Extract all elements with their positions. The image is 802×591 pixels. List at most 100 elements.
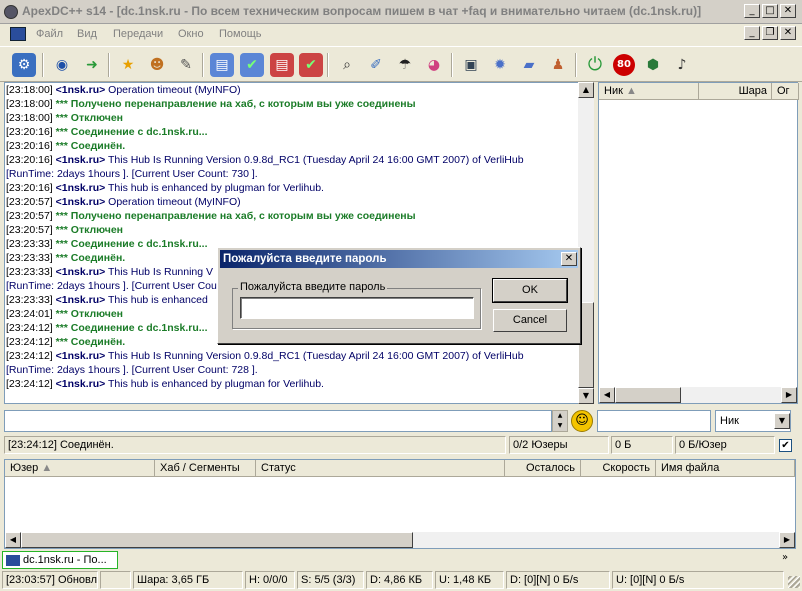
close-button[interactable]: ✕ xyxy=(780,4,796,18)
chat-scrollbar[interactable]: ▲ ▼ xyxy=(578,82,594,404)
column-speed[interactable]: Скорость xyxy=(581,460,656,477)
column-time-left[interactable]: Осталось xyxy=(505,460,581,477)
scroll-thumb[interactable] xyxy=(615,387,681,403)
adl-search-icon[interactable]: ✐ xyxy=(364,53,388,77)
message-input[interactable] xyxy=(4,410,552,432)
dialog-close-button[interactable]: ✕ xyxy=(561,252,577,266)
column-description[interactable]: Ог xyxy=(772,83,799,100)
chat-line: [23:24:12] <1nsk.ru> This Hub Is Running… xyxy=(6,349,524,363)
chat-segment: [RunTime: 2days 1hours ]. [Current User … xyxy=(6,168,258,180)
chat-segment: [23:24:12] xyxy=(6,336,56,348)
open-file-list-icon[interactable]: ▰ xyxy=(517,53,541,77)
show-userlist-checkbox[interactable]: ✔ xyxy=(779,439,792,452)
hub-tab-icon xyxy=(6,555,20,566)
menu-window[interactable]: Окно xyxy=(178,28,204,40)
chat-line: [23:20:57] <1nsk.ru> Operation timeout (… xyxy=(6,195,241,209)
maximize-button[interactable]: □ xyxy=(762,4,778,18)
speaker-icon[interactable]: ♪ xyxy=(670,53,694,77)
mdi-close-button[interactable]: ✕ xyxy=(780,26,796,40)
column-hub-segments[interactable]: Хаб / Сегменты xyxy=(155,460,256,477)
column-share[interactable]: Шара xyxy=(699,83,772,100)
tab-hub[interactable]: dc.1nsk.ru - По... xyxy=(2,551,118,569)
status-share: Шара: 3,65 ГБ xyxy=(133,571,243,589)
scroll-thumb[interactable] xyxy=(21,532,413,548)
chat-segment: [23:20:16] xyxy=(6,154,56,166)
chat-line: [RunTime: 2days 1hours ]. [Current User … xyxy=(6,279,217,293)
user-list[interactable]: Ник ▲ Шара Ог ◀ ▶ xyxy=(598,82,799,404)
mdi-minimize-button[interactable]: _ xyxy=(744,26,760,40)
chat-segment: Operation timeout (MyINFO) xyxy=(105,84,241,96)
chat-segment: [23:20:57] xyxy=(6,196,56,208)
chat-line: [RunTime: 2days 1hours ]. [Current User … xyxy=(6,363,258,377)
chevron-down-icon[interactable]: ▼ xyxy=(774,413,790,429)
minimize-button[interactable]: _ xyxy=(744,4,760,18)
ok-button[interactable]: OK xyxy=(492,278,568,303)
column-filename[interactable]: Имя файла xyxy=(656,460,795,477)
user-icon[interactable]: ♟ xyxy=(546,53,570,77)
shutdown-icon[interactable]: ⬢ xyxy=(641,53,665,77)
password-dialog[interactable]: Пожалуйста введите пароль ✕ Пожалуйста в… xyxy=(217,247,581,344)
emoticon-icon[interactable]: ☺ xyxy=(571,410,593,432)
scroll-left-icon[interactable]: ◀ xyxy=(599,387,615,403)
filter-column-select[interactable]: Ник ▼ xyxy=(715,410,791,432)
chat-segment: *** Отключен xyxy=(55,112,124,124)
menu-bar: Файл Вид Передачи Окно Помощь _ ❐ ✕ xyxy=(0,24,802,44)
chat-line: [23:20:16] <1nsk.ru> This Hub Is Running… xyxy=(6,153,524,167)
search-icon[interactable]: ⌕ xyxy=(335,53,359,77)
scroll-left-icon[interactable]: ◀ xyxy=(5,532,21,548)
chat-line: [23:18:00] <1nsk.ru> Operation timeout (… xyxy=(6,83,241,97)
scroll-down-icon[interactable]: ▼ xyxy=(578,388,594,404)
menu-view[interactable]: Вид xyxy=(77,28,97,40)
limiter-icon[interactable]: 80 xyxy=(612,53,636,77)
chat-line: [23:24:12] *** Соединение с dc.1nsk.ru..… xyxy=(6,321,208,335)
toolbar-separator xyxy=(451,53,453,77)
transfers-panel[interactable]: Юзер ▲ Хаб / Сегменты Статус Осталось Ск… xyxy=(4,459,796,549)
reconnect-icon[interactable]: ◉ xyxy=(50,53,74,77)
filter-input[interactable] xyxy=(597,410,711,432)
scroll-right-icon[interactable]: ▶ xyxy=(779,532,795,548)
chat-segment: [23:23:33] xyxy=(6,238,56,250)
away-icon[interactable]: ⏻ xyxy=(583,53,607,77)
scroll-right-icon[interactable]: ▶ xyxy=(781,387,797,403)
search-spy-icon[interactable]: ☂ xyxy=(393,53,417,77)
menu-transfers[interactable]: Передачи xyxy=(113,28,163,40)
password-input[interactable] xyxy=(240,297,474,319)
chat-log[interactable]: [23:18:00] <1nsk.ru> Operation timeout (… xyxy=(4,82,580,404)
sort-asc-icon: ▲ xyxy=(625,85,637,97)
chat-line: [23:18:00] *** Получено перенаправление … xyxy=(6,97,416,111)
mdi-restore-button[interactable]: ❐ xyxy=(762,26,778,40)
chat-segment: <1nsk.ru> xyxy=(55,182,106,194)
cancel-button[interactable]: Cancel xyxy=(493,309,567,332)
title-bar[interactable]: ApexDC++ s14 - [dc.1nsk.ru - По всем тех… xyxy=(0,0,802,24)
tab-scroll-icon[interactable]: » xyxy=(782,552,788,563)
column-status[interactable]: Статус xyxy=(256,460,505,477)
column-nick[interactable]: Ник ▲ xyxy=(599,83,699,100)
transfers-hscrollbar[interactable]: ◀ ▶ xyxy=(5,532,795,548)
network-stats-icon[interactable]: ◕ xyxy=(422,53,446,77)
favorites-icon[interactable]: ★ xyxy=(116,53,140,77)
upload-queue-icon[interactable]: ▤ xyxy=(270,53,294,77)
settings-icon[interactable]: ✹ xyxy=(488,53,512,77)
chat-segment: [23:20:16] xyxy=(6,140,56,152)
column-user[interactable]: Юзер ▲ xyxy=(5,460,155,477)
queue-icon[interactable]: ▤ xyxy=(210,53,234,77)
chat-segment: [RunTime: 2days 1hours ]. [Current User … xyxy=(6,280,217,292)
finished-uploads-icon[interactable]: ✔ xyxy=(299,53,323,77)
connect-icon[interactable]: ⚙ xyxy=(12,53,36,77)
chat-segment: [23:20:57] xyxy=(6,224,56,236)
chat-segment: <1nsk.ru> xyxy=(55,350,106,362)
sort-asc-icon: ▲ xyxy=(41,462,53,474)
resize-grip-icon[interactable] xyxy=(788,576,800,588)
recent-hubs-icon[interactable]: ✎ xyxy=(174,53,198,77)
finished-icon[interactable]: ✔ xyxy=(240,53,264,77)
chat-line: [23:20:16] *** Соединение с dc.1nsk.ru..… xyxy=(6,125,208,139)
scroll-up-icon[interactable]: ▲ xyxy=(578,82,594,98)
userlist-hscrollbar[interactable]: ◀ ▶ xyxy=(599,387,797,403)
follow-redirect-icon[interactable]: ➜ xyxy=(80,53,104,77)
menu-file[interactable]: Файл xyxy=(36,28,63,40)
chat-line: [23:20:16] *** Соединён. xyxy=(6,139,125,153)
multiline-toggle[interactable]: ▲ ▼ xyxy=(552,410,568,432)
menu-help[interactable]: Помощь xyxy=(219,28,262,40)
notepad-icon[interactable]: ▣ xyxy=(459,53,483,77)
favorite-users-icon[interactable]: ☻ xyxy=(145,53,169,77)
